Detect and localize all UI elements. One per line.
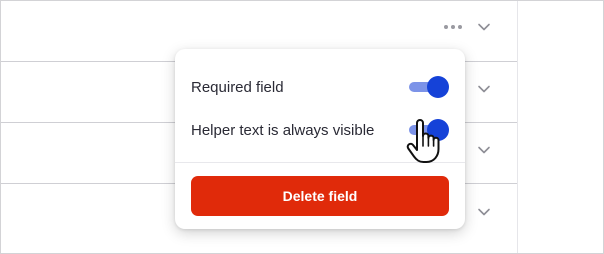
chevron-down-icon[interactable]	[475, 18, 493, 36]
delete-field-button[interactable]: Delete field	[191, 176, 449, 216]
chevron-down-icon[interactable]	[475, 203, 493, 221]
field-options-menu: Required field Helper text is always vis…	[175, 49, 465, 229]
chevron-down-icon[interactable]	[475, 80, 493, 98]
required-field-row: Required field	[191, 71, 449, 103]
screenshot-frame: Required field Helper text is always vis…	[0, 0, 604, 254]
menu-divider	[175, 162, 465, 163]
helper-text-row: Helper text is always visible	[191, 114, 449, 146]
toggle-knob	[427, 119, 449, 141]
required-field-toggle[interactable]	[409, 76, 449, 98]
chevron-down-icon[interactable]	[475, 141, 493, 159]
required-field-label: Required field	[191, 78, 284, 96]
helper-text-toggle[interactable]	[409, 119, 449, 141]
helper-text-label: Helper text is always visible	[191, 121, 375, 139]
more-options-icon[interactable]	[441, 21, 465, 33]
toggle-knob	[427, 76, 449, 98]
